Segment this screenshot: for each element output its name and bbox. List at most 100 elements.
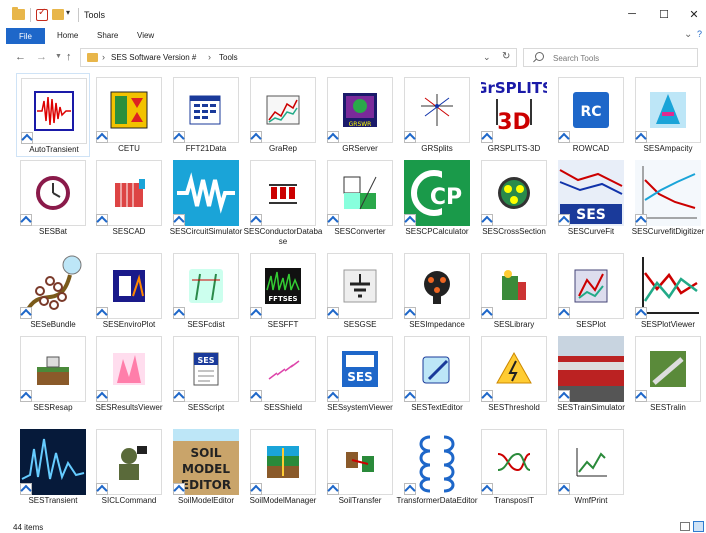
new-folder-icon[interactable] <box>52 9 64 20</box>
folder-icon[interactable] <box>12 7 25 20</box>
file-item[interactable]: SESGSE <box>323 249 397 333</box>
shortcut-arrow-icon <box>327 390 339 402</box>
file-item[interactable]: SoilTransfer <box>323 425 397 509</box>
recent-locations-dropdown-icon[interactable]: ▼ <box>55 53 62 60</box>
file-item[interactable]: GraRep <box>246 73 320 157</box>
file-item[interactable]: SES SESsystemViewer <box>323 332 397 416</box>
file-item[interactable]: SESTrainSimulator <box>554 332 628 416</box>
file-item[interactable]: SICLCommand <box>92 425 166 509</box>
file-item[interactable]: TransformerDataEditor <box>396 425 478 509</box>
file-label: GraRep <box>268 144 297 153</box>
maximize-button[interactable]: ☐ <box>648 0 680 28</box>
file-item[interactable]: SESEnviroPlot <box>92 249 166 333</box>
quick-access-dropdown-icon[interactable]: ▾ <box>66 8 70 22</box>
refresh-icon[interactable]: ↻ <box>502 51 510 62</box>
svg-text:SES: SES <box>198 356 215 365</box>
breadcrumb-tools[interactable]: Tools <box>219 53 238 62</box>
shortcut-arrow-icon <box>635 307 647 319</box>
shortcut-arrow-icon <box>635 214 647 226</box>
file-item[interactable]: AutoTransient <box>16 73 90 157</box>
shortcut-arrow-icon <box>404 390 416 402</box>
file-item[interactable]: SESCrossSection <box>477 156 551 240</box>
file-label: TransposIT <box>493 496 535 505</box>
navigation-bar: ← → ▼ ↑ › SES Software Version # › Tools… <box>0 45 706 70</box>
shortcut-arrow-icon <box>250 483 262 495</box>
file-item[interactable]: SESPlot <box>554 249 628 333</box>
file-item[interactable]: SESResap <box>16 332 90 416</box>
file-item[interactable]: TransposIT <box>477 425 551 509</box>
svg-text:FFTSES: FFTSES <box>268 295 297 303</box>
file-item[interactable]: FFTSES SESFFT <box>246 249 320 333</box>
file-label: SESImpedance <box>409 320 465 329</box>
file-item[interactable]: SESConverter <box>323 156 397 240</box>
shortcut-arrow-icon <box>96 131 108 143</box>
file-item[interactable]: CETU <box>92 73 166 157</box>
svg-text:CP: CP <box>430 185 462 210</box>
file-item[interactable]: SESAmpacity <box>631 73 705 157</box>
tab-home[interactable]: Home <box>57 31 78 40</box>
file-item[interactable]: SESShield <box>246 332 320 416</box>
file-item[interactable]: SESCurvefitDigitizer <box>631 156 705 240</box>
back-arrow-icon[interactable]: ← <box>15 51 26 63</box>
file-label: SESTrainSimulator <box>557 403 625 412</box>
up-arrow-icon[interactable]: ↑ <box>66 51 72 63</box>
file-item[interactable]: SOIL MODEL EDITOR SoilModelEditor <box>169 425 243 509</box>
file-item[interactable]: SESeBundle <box>16 249 90 333</box>
shortcut-arrow-icon <box>404 131 416 143</box>
file-item[interactable]: SESBat <box>16 156 90 240</box>
file-item[interactable]: SESTextEditor <box>400 332 474 416</box>
file-item[interactable]: SESTransient <box>16 425 90 509</box>
shortcut-arrow-icon <box>250 214 262 226</box>
help-icon[interactable]: ? <box>697 29 706 43</box>
file-item[interactable]: SESLibrary <box>477 249 551 333</box>
address-dropdown-icon[interactable]: ⌄ <box>483 52 491 63</box>
svg-text:SES: SES <box>347 370 372 384</box>
expand-ribbon-icon[interactable]: ⌄ <box>684 29 692 40</box>
file-item[interactable]: SESThreshold <box>477 332 551 416</box>
file-item[interactable]: GRSplits <box>400 73 474 157</box>
tab-view[interactable]: View <box>137 31 154 40</box>
forward-arrow-icon[interactable]: → <box>36 51 47 63</box>
file-label: SESTextEditor <box>411 403 463 412</box>
tab-file[interactable]: File <box>6 28 45 44</box>
file-item[interactable]: SESCAD <box>92 156 166 240</box>
file-item[interactable]: SES SESCurveFit <box>554 156 628 240</box>
file-item[interactable]: SESCircuitSimulator <box>169 156 243 240</box>
file-item[interactable]: GrSPLITS 3D GRSPLITS-3D <box>477 73 551 157</box>
file-item[interactable]: WmfPrint <box>554 425 628 509</box>
properties-check-icon[interactable] <box>36 7 48 21</box>
address-bar[interactable]: › SES Software Version # › Tools ⌄ ↻ <box>80 48 517 67</box>
file-label: AutoTransient <box>29 145 79 154</box>
file-label: WmfPrint <box>574 496 608 505</box>
breadcrumb-chevron-icon[interactable]: › <box>208 52 211 62</box>
file-item[interactable]: SES SESScript <box>169 332 243 416</box>
search-box[interactable] <box>523 48 698 67</box>
file-label: SESScript <box>187 403 225 412</box>
file-item[interactable]: SESFcdist <box>169 249 243 333</box>
minimize-button[interactable]: ─ <box>616 0 648 28</box>
shortcut-arrow-icon <box>173 131 185 143</box>
file-item[interactable]: CP SESCPCalculator <box>400 156 474 240</box>
shortcut-arrow-icon <box>173 483 185 495</box>
file-item[interactable]: SESTralin <box>631 332 705 416</box>
shortcut-arrow-icon <box>250 131 262 143</box>
file-item[interactable]: FFT21Data <box>169 73 243 157</box>
large-icons-view-icon[interactable] <box>693 521 704 532</box>
breadcrumb-software-version[interactable]: SES Software Version # <box>111 53 196 62</box>
file-item[interactable]: RC ROWCAD <box>554 73 628 157</box>
shortcut-arrow-icon <box>173 390 185 402</box>
shortcut-arrow-icon <box>96 307 108 319</box>
details-view-icon[interactable] <box>680 522 690 531</box>
breadcrumb-chevron-icon[interactable]: › <box>102 52 105 62</box>
tab-share[interactable]: Share <box>97 31 118 40</box>
shortcut-arrow-icon <box>327 483 339 495</box>
file-item[interactable]: SESResultsViewer <box>92 332 166 416</box>
search-input[interactable] <box>553 52 693 64</box>
file-item[interactable]: SESPlotViewer <box>631 249 705 333</box>
file-item[interactable]: GRSWR GRServer <box>323 73 397 157</box>
file-item[interactable]: SESConductorDatabase <box>244 156 322 246</box>
file-item[interactable]: SoilModelManager <box>246 425 320 509</box>
file-item[interactable]: SESImpedance <box>400 249 474 333</box>
close-button[interactable]: ✕ <box>678 0 706 28</box>
file-label: SESResultsViewer <box>95 403 163 412</box>
